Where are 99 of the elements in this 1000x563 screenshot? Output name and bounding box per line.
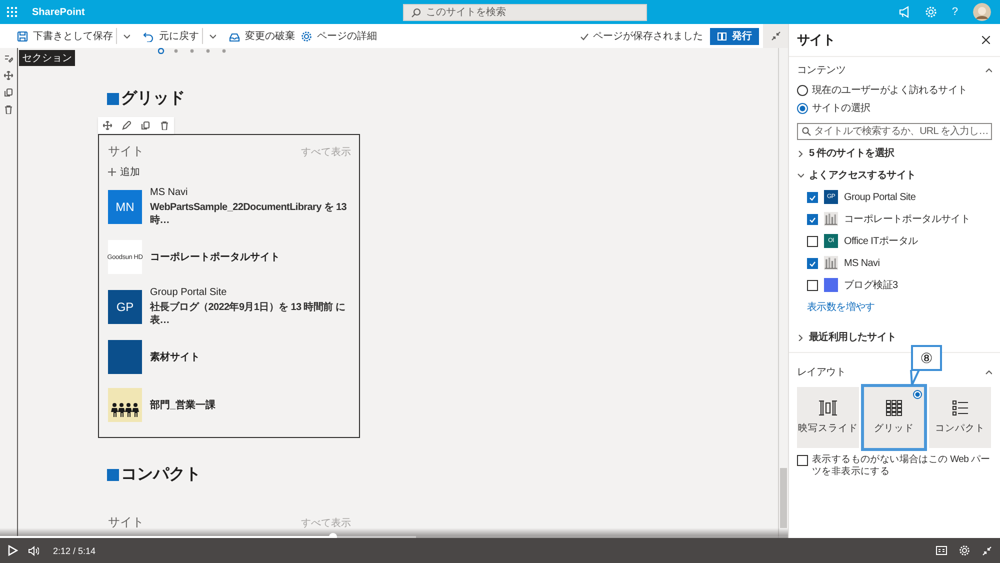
- discard-icon: [229, 30, 240, 42]
- site-label[interactable]: コーポレートポータルサイト: [844, 212, 970, 226]
- move-icon[interactable]: [103, 121, 112, 130]
- pane-title: サイト: [797, 31, 836, 49]
- layout-option[interactable]: コンパクト: [929, 387, 991, 448]
- settings-icon[interactable]: [959, 545, 970, 556]
- highlight-frame: [861, 384, 927, 451]
- volume-icon[interactable]: [28, 546, 39, 556]
- search-field[interactable]: タイトルで検索するか、URL を入力し…: [797, 123, 992, 140]
- toolbar-button[interactable]: 下書きとして保存: [14, 26, 116, 46]
- site-title[interactable]: 部門_営業一課: [150, 398, 351, 412]
- grid-icon: [886, 400, 902, 416]
- save-status: ページが保存されました: [593, 30, 703, 43]
- page-dots-icon: [158, 48, 228, 54]
- checkbox[interactable]: [807, 258, 818, 268]
- checkbox[interactable]: [807, 280, 818, 290]
- square-icon: [107, 92, 119, 104]
- site-title[interactable]: 素材サイト: [150, 350, 351, 364]
- trash-icon[interactable]: [4, 105, 13, 114]
- play-icon[interactable]: [8, 545, 18, 556]
- square-icon: [107, 468, 119, 480]
- pencil-icon[interactable]: [122, 121, 131, 130]
- section-header[interactable]: コンテンツ: [797, 63, 846, 77]
- site-label[interactable]: MS Navi: [844, 258, 880, 268]
- book-icon: [717, 32, 727, 40]
- chevron-icon[interactable]: [985, 66, 992, 74]
- site-title[interactable]: Group Portal Site: [150, 287, 351, 298]
- plus-icon: [108, 168, 116, 176]
- checkbox[interactable]: [807, 214, 818, 224]
- site-title[interactable]: MS Navi: [150, 187, 351, 198]
- move-icon[interactable]: [4, 71, 13, 80]
- toolbar-button[interactable]: 変更の破棄: [226, 26, 298, 46]
- radio-label[interactable]: 現在のユーザーがよく訪れるサイト: [812, 83, 968, 97]
- search-icon: [802, 127, 811, 136]
- scrollbar-thumb[interactable]: [780, 468, 787, 528]
- check-icon: [809, 194, 816, 200]
- undo-icon: [143, 30, 154, 42]
- section-heading: コンパクト: [121, 465, 201, 485]
- collapse-icon: [770, 31, 780, 41]
- site-label[interactable]: ブログ検証3: [844, 278, 898, 292]
- search-icon: [410, 8, 421, 18]
- selected-indicator: [913, 390, 922, 399]
- chevron-icon: [123, 32, 130, 40]
- callout-label: ⑧: [911, 345, 942, 371]
- playback-time: 2:12 / 5:14: [53, 546, 96, 556]
- add-button[interactable]: 追加: [108, 165, 140, 179]
- callout-pointer: [909, 370, 921, 386]
- site-label[interactable]: Office ITポータル: [844, 234, 918, 248]
- site-label[interactable]: Group Portal Site: [844, 192, 916, 202]
- filmstrip-icon: [819, 400, 837, 416]
- chevron-icon[interactable]: [797, 172, 804, 178]
- copy-icon[interactable]: [4, 88, 13, 97]
- checkbox[interactable]: [807, 236, 818, 246]
- site-logo: MN: [108, 190, 142, 224]
- publish-button[interactable]: 発行: [710, 28, 759, 44]
- save-icon: [17, 30, 28, 42]
- group-header[interactable]: 最近利用したサイト: [809, 330, 896, 344]
- show-more-link[interactable]: 表示数を増やす: [797, 300, 875, 314]
- site-activity: 社長ブログ（2022年9月1日）を 13 時間前 に表…: [150, 301, 346, 327]
- site-title[interactable]: コーポレートポータルサイト: [150, 250, 351, 264]
- site-activity: WebPartsSample_22DocumentLibrary を 13 時…: [150, 201, 348, 227]
- radio-label[interactable]: サイトの選択: [812, 101, 870, 115]
- copy-icon[interactable]: [141, 121, 150, 130]
- chevron-icon: [209, 32, 216, 40]
- section-heading: グリッド: [121, 89, 185, 109]
- close-icon[interactable]: [982, 36, 990, 44]
- check-icon: [580, 32, 589, 40]
- layout-option[interactable]: 映写スライド: [797, 387, 859, 448]
- section-label: セクション: [19, 50, 75, 66]
- radio-button[interactable]: [797, 102, 808, 114]
- captions-icon[interactable]: [936, 546, 947, 555]
- chevron-icon[interactable]: [797, 334, 804, 340]
- chevron-icon[interactable]: [797, 150, 804, 156]
- settings-icon: [301, 30, 312, 42]
- list-icon: [952, 400, 968, 416]
- toolbar-button[interactable]: 元に戻す: [140, 26, 202, 46]
- trash-icon[interactable]: [160, 121, 169, 130]
- webpart-title: サイト: [108, 143, 144, 160]
- edit-section-icon[interactable]: [4, 54, 13, 63]
- sites-webpart[interactable]: サイト すべて表示: [98, 505, 360, 534]
- app-launcher-icon[interactable]: [7, 7, 17, 17]
- avatar-icon[interactable]: [973, 3, 991, 21]
- site-logo: GP: [108, 290, 142, 324]
- checkbox[interactable]: [797, 455, 808, 466]
- exit-fullscreen-icon[interactable]: [982, 546, 992, 556]
- megaphone-icon[interactable]: [898, 6, 910, 18]
- radio-button[interactable]: [797, 84, 808, 96]
- scrollbar[interactable]: [778, 48, 788, 538]
- section-header[interactable]: レイアウト: [797, 365, 846, 379]
- chevron-icon[interactable]: [985, 368, 992, 376]
- check-icon: [809, 260, 816, 266]
- toolbar-button[interactable]: ページの詳細: [298, 26, 380, 46]
- checkbox-label[interactable]: 表示するものがない場合はこの Web パーツを非表示にする: [812, 454, 992, 479]
- group-header[interactable]: 5 件のサイトを選択: [809, 146, 894, 160]
- group-header[interactable]: よくアクセスするサイト: [809, 168, 916, 182]
- checkbox[interactable]: [807, 192, 818, 202]
- check-icon: [809, 216, 816, 222]
- webpart-title: サイト: [108, 514, 144, 531]
- collapse-button[interactable]: [763, 24, 788, 48]
